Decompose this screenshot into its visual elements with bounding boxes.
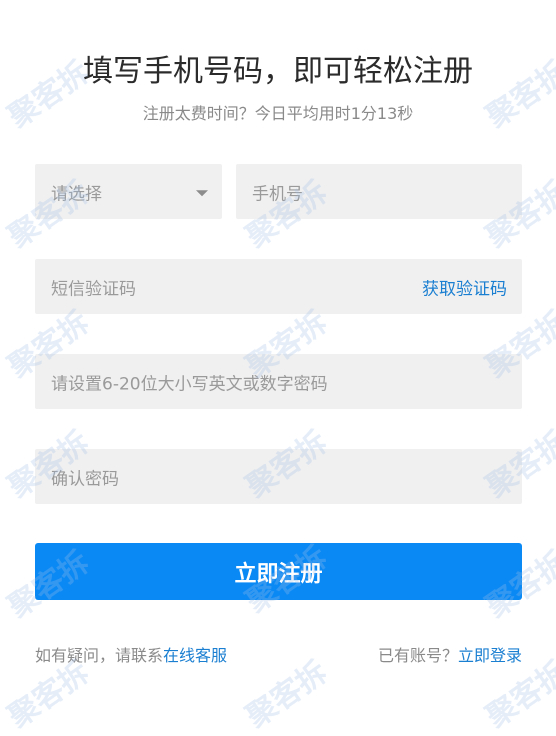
- phone-placeholder: 手机号: [252, 184, 303, 204]
- online-support-link[interactable]: 在线客服: [163, 646, 227, 665]
- login-text-row: 已有账号？立即登录: [378, 642, 522, 666]
- help-text: 如有疑问，请联系: [35, 646, 164, 665]
- login-text: 已有账号？: [377, 646, 458, 665]
- help-text-row: 如有疑问，请联系在线客服: [35, 642, 227, 666]
- region-select-placeholder: 请选择: [51, 184, 102, 204]
- password-placeholder: 请设置6-20位大小写英文或数字密码: [51, 374, 328, 394]
- chevron-down-icon: [196, 189, 208, 196]
- confirm-password-input[interactable]: 确认密码: [35, 449, 522, 504]
- register-button[interactable]: 立即注册: [35, 543, 522, 600]
- watermark: 聚客拆: [240, 654, 334, 736]
- password-input[interactable]: 请设置6-20位大小写英文或数字密码: [35, 354, 522, 409]
- page-subtitle: 注册太费时间？今日平均用时1分13秒: [142, 104, 414, 123]
- get-code-button[interactable]: 获取验证码: [422, 274, 507, 299]
- confirm-password-placeholder: 确认密码: [51, 469, 119, 489]
- sms-code-placeholder: 短信验证码: [51, 279, 136, 299]
- login-link[interactable]: 立即登录: [458, 646, 522, 665]
- phone-input[interactable]: 手机号: [236, 164, 522, 219]
- region-select[interactable]: 请选择: [35, 164, 222, 219]
- page-title: 填写手机号码，即可轻松注册: [83, 54, 473, 89]
- sms-code-input[interactable]: 短信验证码 获取验证码: [35, 259, 522, 314]
